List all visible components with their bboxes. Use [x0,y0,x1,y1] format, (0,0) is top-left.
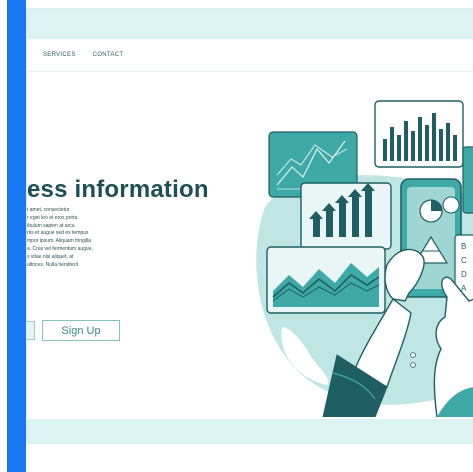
bottom-strip [27,419,473,443]
business-analytics-illustration: B C D A [256,100,473,417]
body-line: a. Cras vel fermentum augue, [27,245,93,252]
body-line: ibulum sapien at arcu [27,222,75,229]
area-chart-panel [266,246,386,314]
top-nav: SERVICES CONTACT [43,52,123,58]
cufflink [410,352,416,358]
tablet-letter: B [461,242,466,251]
right-panel [462,146,473,214]
signup-button[interactable]: Sign Up [42,320,120,341]
hero-body-text: t amet, consectetur r eget leo et eros p… [27,207,177,269]
tablet-letter: D [461,270,467,279]
page: SERVICES CONTACT ess information t amet,… [0,0,473,472]
cufflink [410,362,416,368]
body-line: mpor ipsum. Aliquam fringilla [27,238,91,245]
body-line: rtis et augue sed ex tempus [27,230,89,237]
tablet-letter: C [461,256,467,265]
left-edge-bar [7,0,26,472]
body-line: ultrices. Nulla hendrerit [27,261,79,268]
body-line: r eget leo et eros porta [27,214,78,221]
landing-page-window: SERVICES CONTACT ess information t amet,… [26,8,473,444]
nav-link-contact[interactable]: CONTACT [93,52,124,58]
bar-chart-panel [374,100,464,168]
body-line: t amet, consectetur [27,207,70,213]
top-strip [27,9,473,39]
growth-bars-panel [300,182,392,250]
hero-headline: ess information [27,176,209,203]
body-line: s vitae nisi aliquet, at [27,253,74,260]
nav-link-services[interactable]: SERVICES [43,52,76,58]
nav-divider [27,71,473,72]
primary-cta-button[interactable] [27,321,35,340]
